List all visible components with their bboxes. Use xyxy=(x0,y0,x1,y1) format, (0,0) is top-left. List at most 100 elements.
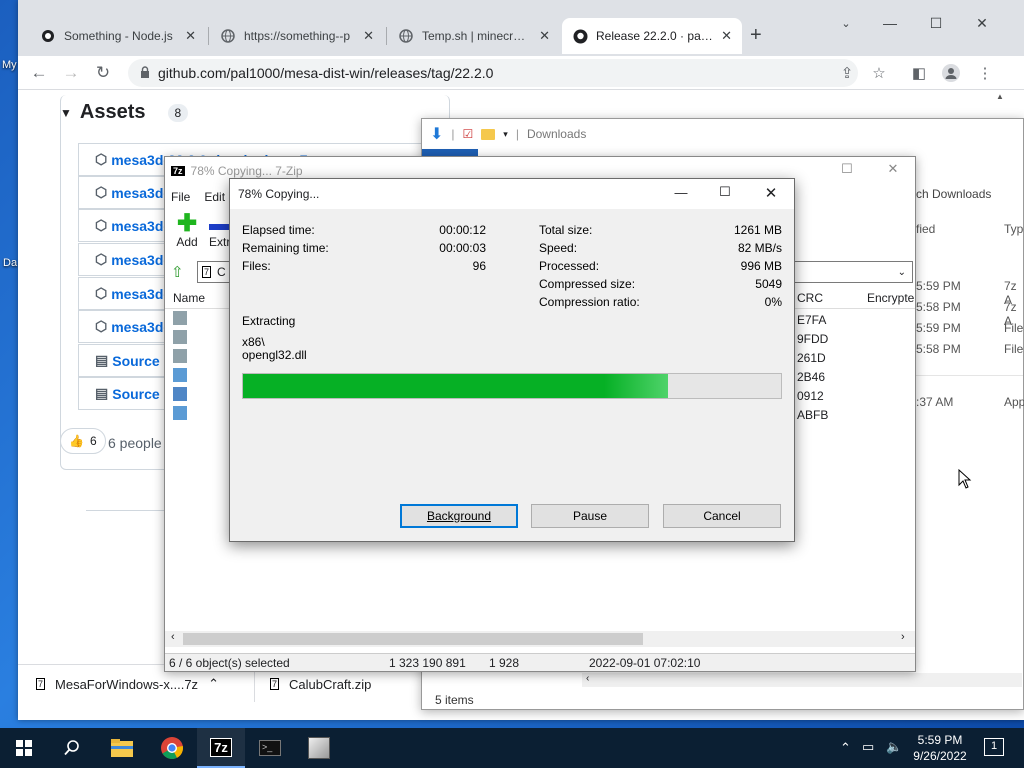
terminal-taskbar-icon[interactable]: >_ xyxy=(246,728,294,768)
column-header-modified[interactable]: fied xyxy=(916,222,935,236)
maximize-icon[interactable]: ☐ xyxy=(827,161,867,177)
search-box[interactable]: ch Downloads xyxy=(916,187,991,201)
scroll-up-icon[interactable]: ▲ xyxy=(996,92,1006,104)
zip-icon: ▤ xyxy=(95,385,109,401)
reaction-button[interactable]: 👍 6 xyxy=(60,428,106,454)
column-header-type[interactable]: Type xyxy=(1004,222,1024,236)
horizontal-scrollbar[interactable]: ‹ › xyxy=(165,631,915,647)
chevron-down-icon[interactable]: ⌄ xyxy=(898,267,906,278)
notifications-icon[interactable]: 1 xyxy=(984,738,1004,756)
close-icon[interactable]: ✕ xyxy=(721,28,732,44)
minimize-icon[interactable]: — xyxy=(668,185,694,200)
close-window-icon[interactable]: ✕ xyxy=(873,161,913,177)
7zip-taskbar-icon[interactable]: 7z xyxy=(197,728,245,768)
close-window-icon[interactable]: ✕ xyxy=(962,10,1002,36)
desktop-icon-label[interactable]: Da xyxy=(3,257,17,269)
bookmark-star-icon[interactable]: ☆ xyxy=(868,62,890,84)
maximize-icon[interactable]: ☐ xyxy=(712,184,738,200)
tab-search-icon[interactable]: ⌄ xyxy=(826,10,866,36)
file-row-date[interactable]: 5:58 PM xyxy=(916,342,961,356)
file-row-date[interactable]: 5:59 PM xyxy=(916,279,961,293)
column-header-crc[interactable]: CRC xyxy=(797,291,823,305)
7zip-statusbar: 6 / 6 object(s) selected 1 323 190 891 1… xyxy=(165,653,915,671)
file-row-date[interactable]: 5:58 PM xyxy=(916,300,961,314)
browser-tab[interactable]: https://something--p ✕ xyxy=(210,18,384,54)
file-icon[interactable] xyxy=(173,406,187,420)
divider: | xyxy=(515,127,519,141)
close-icon[interactable]: ✕ xyxy=(185,28,196,44)
back-icon[interactable]: ← xyxy=(26,60,52,86)
search-button[interactable] xyxy=(48,728,96,768)
chevron-up-icon[interactable]: ⌃ xyxy=(208,676,219,692)
close-icon[interactable]: ✕ xyxy=(363,28,374,44)
horizontal-scrollbar[interactable]: ‹ xyxy=(582,673,1022,687)
speed-value: 82 MB/s xyxy=(737,241,782,255)
minimize-icon[interactable]: — xyxy=(870,10,910,36)
up-folder-icon[interactable]: ⇧ xyxy=(171,263,193,283)
quick-access-dropdown-icon[interactable]: ▾ xyxy=(503,129,508,140)
scroll-right-icon[interactable]: › xyxy=(901,631,905,643)
scroll-left-icon[interactable]: ‹ xyxy=(171,631,175,643)
file-row-type[interactable]: File xyxy=(1004,342,1023,356)
menu-file[interactable]: File xyxy=(171,190,190,204)
close-icon[interactable]: ✕ xyxy=(758,184,784,202)
ratio-value: 0% xyxy=(764,295,782,309)
folder-icon[interactable] xyxy=(173,311,187,325)
crc-value: E7FA xyxy=(797,313,827,327)
globe-icon xyxy=(398,28,414,44)
file-explorer-taskbar-icon[interactable] xyxy=(98,728,146,768)
browser-tab[interactable]: Something - Node.js ✕ xyxy=(30,18,206,54)
chrome-taskbar-icon[interactable] xyxy=(148,728,196,768)
cancel-button-label: Cancel xyxy=(703,509,741,523)
group-divider xyxy=(916,375,1023,376)
package-icon: ⬡ xyxy=(95,318,108,334)
scroll-left-icon[interactable]: ‹ xyxy=(586,673,589,684)
properties-icon[interactable]: ☑ xyxy=(463,127,474,141)
background-button[interactable]: Background xyxy=(400,504,518,528)
file-icon[interactable] xyxy=(173,368,187,382)
files-label: Files: xyxy=(242,259,271,273)
menu-icon[interactable]: ⋮ xyxy=(974,62,996,84)
maximize-icon[interactable]: ☐ xyxy=(916,10,956,36)
folder-icon[interactable] xyxy=(173,330,187,344)
file-row-date[interactable]: :37 AM xyxy=(916,395,953,409)
column-header-encrypted[interactable]: Encrypte xyxy=(867,291,914,305)
tab-divider xyxy=(386,27,387,45)
clock[interactable]: 5:59 PM 9/26/2022 xyxy=(906,732,974,764)
status-item-count: 5 items xyxy=(435,693,474,707)
menu-edit[interactable]: Edit xyxy=(204,190,225,204)
pause-button[interactable]: Pause xyxy=(531,504,649,528)
start-button[interactable] xyxy=(0,728,48,768)
package-icon: ⬡ xyxy=(95,285,108,301)
browser-tab[interactable]: Temp.sh | minecraft.jar ✕ xyxy=(388,18,560,54)
add-button[interactable]: ✚ Add xyxy=(173,212,201,250)
file-row-type[interactable]: App xyxy=(1004,395,1024,409)
address-bar[interactable]: github.com/pal1000/mesa-dist-win/release… xyxy=(128,59,858,87)
new-tab-icon[interactable]: + xyxy=(750,24,762,47)
folder-icon[interactable] xyxy=(173,349,187,363)
volume-icon[interactable]: 🔈 xyxy=(886,739,902,755)
share-icon[interactable]: ⇪ xyxy=(836,62,858,84)
close-icon[interactable]: ✕ xyxy=(539,28,550,44)
app-taskbar-icon[interactable] xyxy=(295,728,343,768)
compressed-value: 5049 xyxy=(755,277,782,291)
profile-icon[interactable] xyxy=(940,62,962,84)
show-hidden-icons-icon[interactable]: ⌃ xyxy=(840,740,851,756)
file-row-date[interactable]: 5:59 PM xyxy=(916,321,961,335)
column-header-name[interactable]: Name xyxy=(173,291,205,305)
download-item[interactable]: 7 CalubCraft.zip xyxy=(270,672,430,696)
network-icon[interactable]: ▭ xyxy=(862,739,874,755)
scrollbar-thumb[interactable] xyxy=(183,633,643,645)
file-icon[interactable] xyxy=(173,387,187,401)
side-panel-icon[interactable]: ◧ xyxy=(908,62,930,84)
desktop-icon-label[interactable]: My xyxy=(2,59,17,71)
forward-icon[interactable]: → xyxy=(58,60,84,86)
reload-icon[interactable]: ↻ xyxy=(90,60,116,86)
download-filename: MesaForWindows-x....7z xyxy=(55,676,199,692)
file-row-type[interactable]: File xyxy=(1004,321,1023,335)
assets-header[interactable]: ▼ Assets 8 xyxy=(60,101,189,124)
download-item[interactable]: 7 MesaForWindows-x....7z ⌃ xyxy=(36,672,246,696)
cancel-button[interactable]: Cancel xyxy=(663,504,781,528)
browser-tab-active[interactable]: Release 22.2.0 · pal1000 ✕ xyxy=(562,18,742,54)
remaining-value: 00:00:03 xyxy=(439,241,486,255)
